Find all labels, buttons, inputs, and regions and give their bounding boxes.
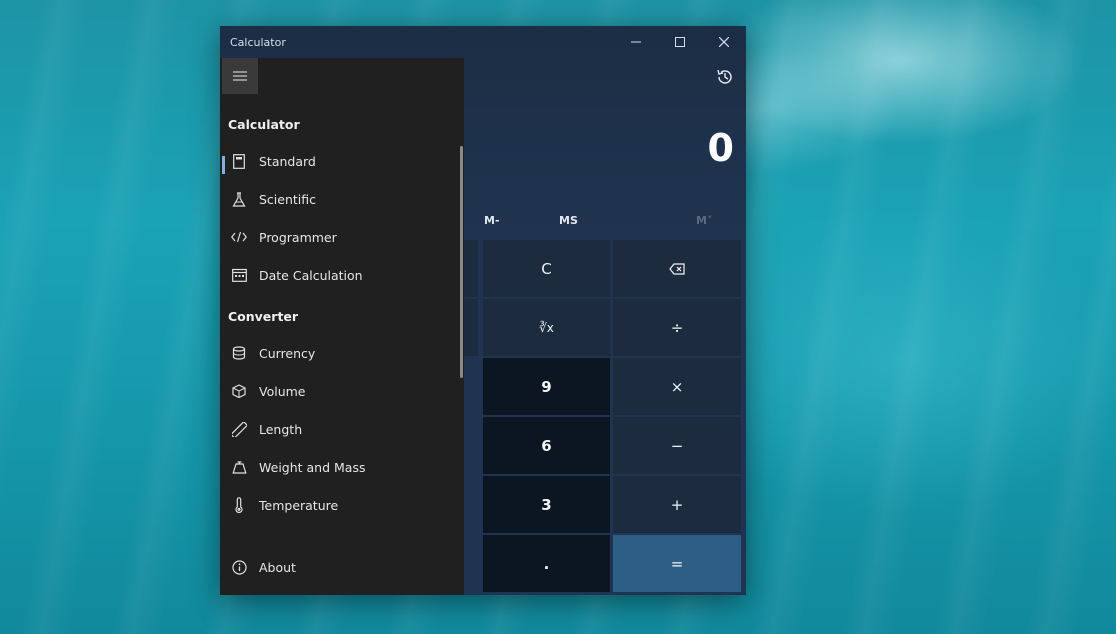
calculator-section-header: Calculator — [228, 117, 300, 132]
memory-subtract-button[interactable]: M- — [484, 214, 500, 227]
backspace-button[interactable] — [613, 240, 741, 297]
memory-list-button[interactable]: M˅ — [696, 214, 712, 227]
divide-button[interactable]: ÷ — [613, 299, 741, 356]
weight-icon — [230, 460, 248, 474]
nav-item-scientific[interactable]: Scientific — [220, 182, 456, 216]
backspace-icon — [669, 262, 685, 275]
history-button[interactable] — [712, 64, 738, 90]
nav-item-label: Standard — [259, 153, 316, 169]
decimal-button[interactable]: . — [483, 535, 610, 592]
converter-section-header: Converter — [228, 309, 299, 324]
nav-item-label: Weight and Mass — [259, 459, 366, 475]
clear-button[interactable]: C — [483, 240, 610, 297]
add-button[interactable]: + — [613, 476, 741, 533]
history-icon — [717, 69, 732, 84]
nav-item-currency[interactable]: Currency — [220, 336, 456, 370]
minimize-button[interactable] — [614, 26, 658, 58]
nav-item-label: Volume — [259, 383, 306, 399]
title-bar[interactable]: Calculator — [220, 26, 746, 58]
nav-item-standard[interactable]: Standard — [220, 144, 456, 178]
keypad: C ∛x ÷ 9 × 6 − 3 + . = — [459, 239, 746, 595]
subtract-button[interactable]: − — [613, 417, 741, 474]
multiply-button[interactable]: × — [613, 358, 741, 415]
memory-store-button[interactable]: MS — [559, 214, 578, 227]
nav-item-date-calculation[interactable]: Date Calculation — [220, 258, 456, 292]
window-title: Calculator — [230, 36, 286, 49]
ruler-icon — [230, 421, 248, 437]
close-button[interactable] — [702, 26, 746, 58]
calendar-icon — [230, 268, 248, 282]
nav-item-about[interactable]: About — [220, 550, 456, 584]
calculator-window: Calculator 0 M- MS M˅ C ∛x ÷ 9 × 6 − 3 +… — [220, 26, 746, 595]
digit-3-button[interactable]: 3 — [483, 476, 610, 533]
selection-indicator — [222, 156, 225, 174]
nav-item-label: Programmer — [259, 229, 337, 245]
menu-button[interactable] — [222, 58, 258, 94]
cube-root-button[interactable]: ∛x — [483, 299, 610, 356]
nav-item-programmer[interactable]: Programmer — [220, 220, 456, 254]
flask-icon — [230, 191, 248, 207]
nav-item-label: Date Calculation — [259, 267, 363, 283]
navigation-pane: Calculator Standard Scientific Programme… — [220, 58, 464, 595]
maximize-icon — [675, 37, 685, 47]
maximize-button[interactable] — [658, 26, 702, 58]
nav-item-label: Length — [259, 421, 303, 437]
result-display: 0 — [707, 126, 734, 170]
nav-item-label: About — [259, 559, 296, 575]
hamburger-icon — [233, 71, 247, 81]
thermometer-icon — [230, 497, 248, 513]
digit-9-button[interactable]: 9 — [483, 358, 610, 415]
nav-item-label: Currency — [259, 345, 316, 361]
close-icon — [719, 37, 729, 47]
info-icon — [230, 559, 248, 575]
nav-item-length[interactable]: Length — [220, 412, 456, 446]
minimize-icon — [631, 41, 641, 43]
coins-icon — [230, 346, 248, 360]
digit-6-button[interactable]: 6 — [483, 417, 610, 474]
calculator-icon — [230, 153, 248, 169]
nav-item-weight-and-mass[interactable]: Weight and Mass — [220, 450, 456, 484]
nav-item-volume[interactable]: Volume — [220, 374, 456, 408]
nav-item-label: Scientific — [259, 191, 317, 207]
code-icon — [230, 231, 248, 243]
nav-scrollbar[interactable] — [460, 146, 463, 378]
cube-icon — [230, 384, 248, 398]
equals-button[interactable]: = — [613, 535, 741, 592]
nav-item-temperature[interactable]: Temperature — [220, 488, 456, 522]
nav-item-label: Temperature — [259, 497, 339, 513]
